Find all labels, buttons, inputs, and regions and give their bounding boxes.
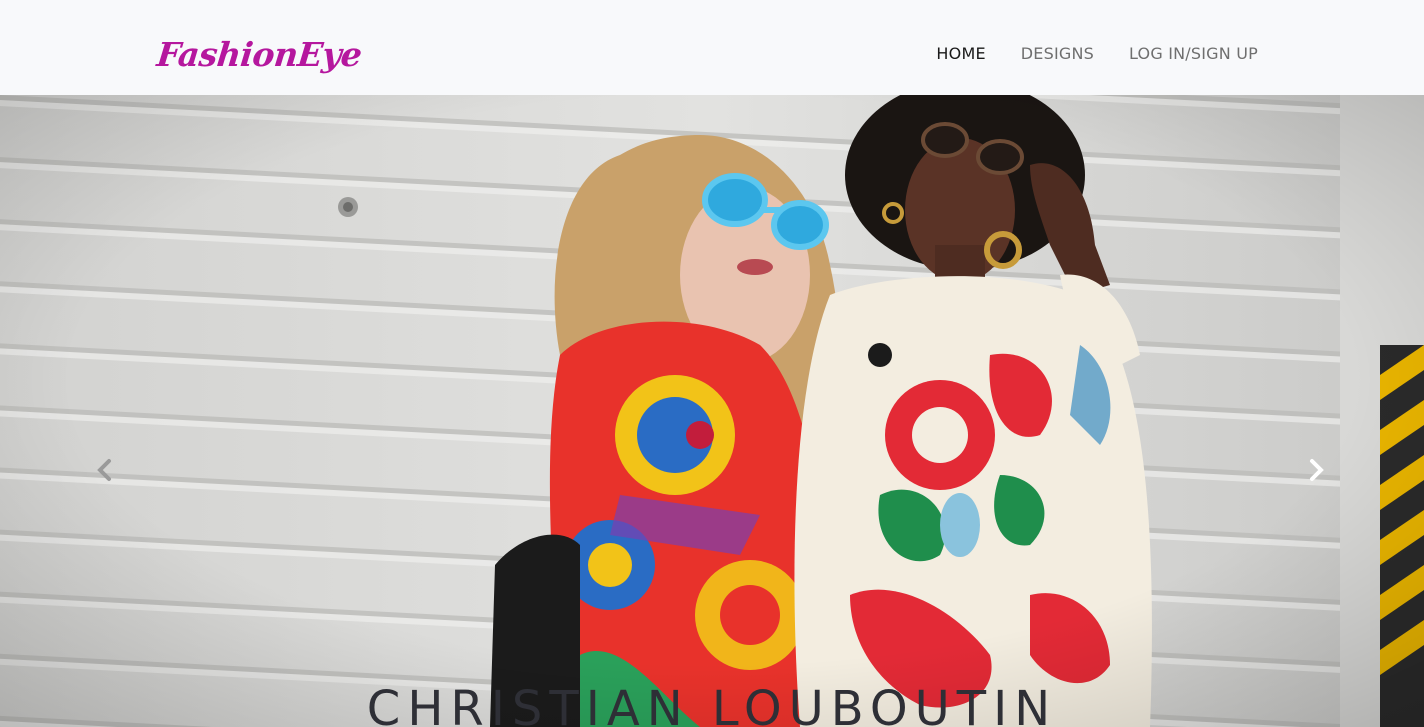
nav-login-signup-link[interactable]: LOG IN/SIGN UP: [1129, 44, 1258, 63]
nav-designs-link[interactable]: DESIGNS: [1021, 44, 1094, 63]
chevron-left-icon: [97, 459, 111, 481]
brand-logo[interactable]: FashionEye: [154, 30, 364, 80]
nav-menu: HOME DESIGNS LOG IN/SIGN UP: [936, 44, 1258, 63]
slide-photo: [0, 95, 1424, 727]
carousel-prev-button[interactable]: [85, 435, 125, 505]
chevron-right-icon: [1310, 459, 1324, 481]
nav-home-link[interactable]: HOME: [936, 44, 985, 63]
carousel-next-button[interactable]: [1296, 435, 1336, 505]
navbar: FashionEye HOME DESIGNS LOG IN/SIGN UP: [0, 0, 1424, 95]
hero-carousel: CHRISTIAN LOUBOUTIN: [0, 95, 1424, 727]
slide-caption: CHRISTIAN LOUBOUTIN: [366, 681, 1058, 727]
